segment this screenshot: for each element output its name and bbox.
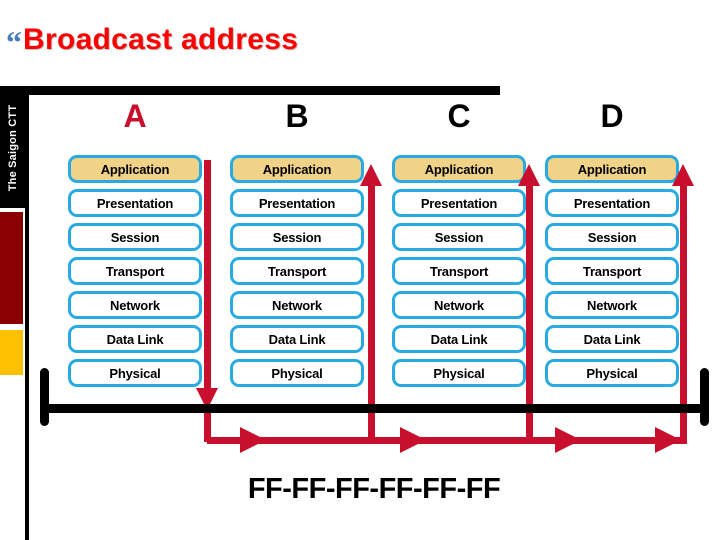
layer-physical: Physical: [392, 359, 526, 387]
node-a-letter: A: [123, 98, 147, 134]
bus-terminator-left: [40, 368, 49, 426]
layer-transport: Transport: [68, 257, 202, 285]
slide-canvas: The Saigon CTT “ Broadcast address A App…: [0, 0, 720, 540]
broadcast-address-label: FF-FF-FF-FF-FF-FF: [247, 473, 501, 505]
layer-application: Application: [545, 155, 679, 183]
layer-application: Application: [68, 155, 202, 183]
page-title: “ Broadcast address: [6, 24, 298, 58]
broadcast-arrowhead-3: [555, 427, 581, 453]
traffic-arrowhead-c-up: [518, 164, 540, 186]
page-title-text: Broadcast address: [23, 23, 299, 56]
traffic-arrowhead-b-up: [360, 164, 382, 186]
layer-presentation: Presentation: [68, 189, 202, 217]
layer-transport: Transport: [545, 257, 679, 285]
layer-session: Session: [230, 223, 364, 251]
layer-physical: Physical: [230, 359, 364, 387]
node-d-osi-stack: Application Presentation Session Transpo…: [545, 155, 679, 387]
node-d-letter: D: [600, 98, 624, 134]
node-c-letter: C: [447, 98, 471, 134]
layer-presentation: Presentation: [545, 189, 679, 217]
node-b-osi-stack: Application Presentation Session Transpo…: [230, 155, 364, 387]
layer-presentation: Presentation: [392, 189, 526, 217]
layer-physical: Physical: [545, 359, 679, 387]
node-c-osi-stack: Application Presentation Session Transpo…: [392, 155, 526, 387]
node-b-letter: B: [285, 98, 309, 134]
broadcast-arrowhead-2: [400, 427, 426, 453]
layer-transport: Transport: [230, 257, 364, 285]
layer-network: Network: [392, 291, 526, 319]
traffic-line-a-down: [204, 160, 211, 390]
layer-data-link: Data Link: [230, 325, 364, 353]
layer-physical: Physical: [68, 359, 202, 387]
broadcast-arrowhead-1: [240, 427, 266, 453]
title-underline-bar: [0, 86, 500, 95]
layer-session: Session: [68, 223, 202, 251]
layer-presentation: Presentation: [230, 189, 364, 217]
sidebar-red-block: [0, 212, 23, 324]
layer-network: Network: [230, 291, 364, 319]
network-bus-bar: [42, 404, 704, 413]
traffic-arrowhead-d-up: [672, 164, 694, 186]
quote-bullet-icon: “: [6, 24, 22, 60]
sidebar-brand-label: The Saigon CTT: [7, 104, 19, 192]
layer-network: Network: [68, 291, 202, 319]
layer-session: Session: [545, 223, 679, 251]
bus-terminator-right: [700, 368, 709, 426]
layer-data-link: Data Link: [392, 325, 526, 353]
layer-application: Application: [392, 155, 526, 183]
layer-application: Application: [230, 155, 364, 183]
broadcast-arrowhead-4: [655, 427, 681, 453]
sidebar-gold-block: [0, 330, 23, 375]
layer-session: Session: [392, 223, 526, 251]
layer-data-link: Data Link: [68, 325, 202, 353]
layer-data-link: Data Link: [545, 325, 679, 353]
layer-transport: Transport: [392, 257, 526, 285]
node-a-osi-stack: Application Presentation Session Transpo…: [68, 155, 202, 387]
layer-network: Network: [545, 291, 679, 319]
broadcast-traffic-line: [207, 437, 687, 444]
